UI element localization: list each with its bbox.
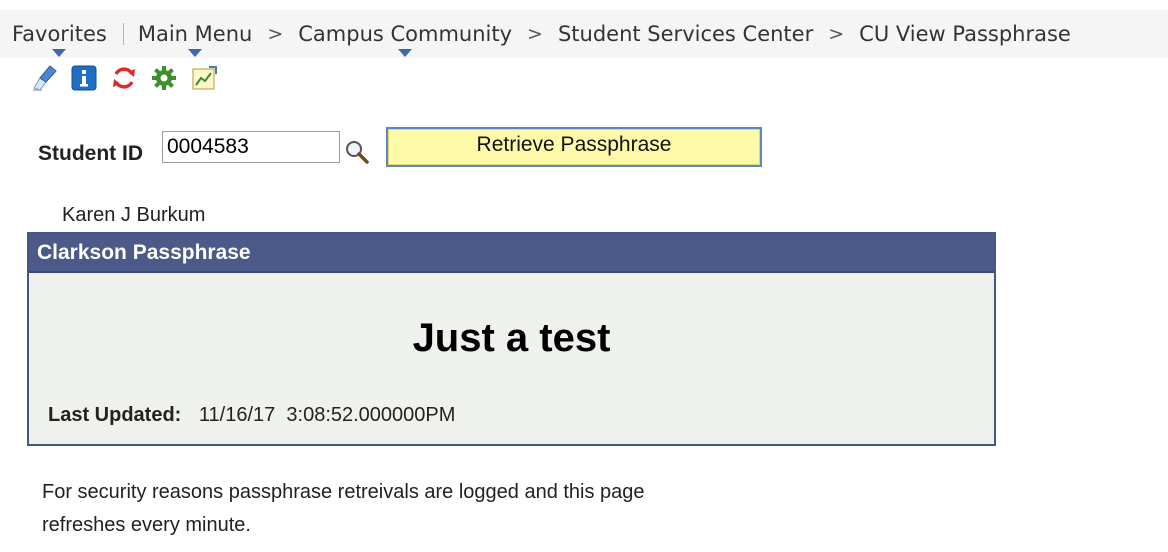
last-updated-row: Last Updated: 11/16/17 3:08:52.000000PM [48,404,455,427]
page: Favorites Main Menu > Campus Community >… [0,0,1168,552]
breadcrumb-separator: > [267,23,284,45]
groupbox-title: Clarkson Passphrase [29,234,994,273]
breadcrumb-favorites-label: Favorites [12,22,107,46]
breadcrumb-favorites[interactable]: Favorites [12,22,107,57]
breadcrumb-divider [122,23,124,45]
student-id-label: Student ID [38,142,143,165]
breadcrumb-campus-community[interactable]: Campus Community [298,22,513,57]
security-notice: For security reasons passphrase retreiva… [42,476,802,542]
last-updated-value: 11/16/17 3:08:52.000000PM [198,404,456,426]
breadcrumb-bar: Favorites Main Menu > Campus Community >… [0,10,1168,58]
chevron-down-icon[interactable] [52,49,67,57]
retrieve-passphrase-button[interactable]: Retrieve Passphrase [386,127,762,167]
breadcrumb-current-page-label: CU View Passphrase [859,22,1071,46]
chevron-down-icon[interactable] [188,49,203,57]
security-notice-line-2: refreshes every minute. [42,514,251,536]
security-notice-line-1: For security reasons passphrase retreiva… [42,481,645,503]
passphrase-value: Just a test [412,316,611,360]
breadcrumb-campus-community-label: Campus Community [298,22,513,46]
breadcrumb-current-page: CU View Passphrase [859,22,1071,46]
toolbar [30,64,218,92]
info-icon[interactable] [70,64,98,92]
breadcrumb-student-services-center[interactable]: Student Services Center [558,22,813,46]
passphrase-groupbox: Clarkson Passphrase Just a test Last Upd… [27,232,996,446]
breadcrumb-main-menu[interactable]: Main Menu [137,22,253,57]
student-id-input[interactable] [162,131,340,163]
breadcrumb-separator: > [828,23,845,45]
student-name: Karen J Burkum [62,204,206,226]
breadcrumb-main-menu-label: Main Menu [137,22,253,46]
clear-icon[interactable] [30,64,58,92]
breadcrumb-separator: > [527,23,543,45]
chevron-down-icon[interactable] [398,49,413,57]
report-icon[interactable] [190,64,218,92]
search-icon[interactable] [344,139,370,165]
refresh-icon[interactable] [110,64,138,92]
breadcrumb: Favorites Main Menu > Campus Community >… [12,22,1071,57]
breadcrumb-student-services-center-label: Student Services Center [557,22,814,46]
last-updated-label: Last Updated: [48,404,182,426]
settings-icon[interactable] [150,64,178,92]
